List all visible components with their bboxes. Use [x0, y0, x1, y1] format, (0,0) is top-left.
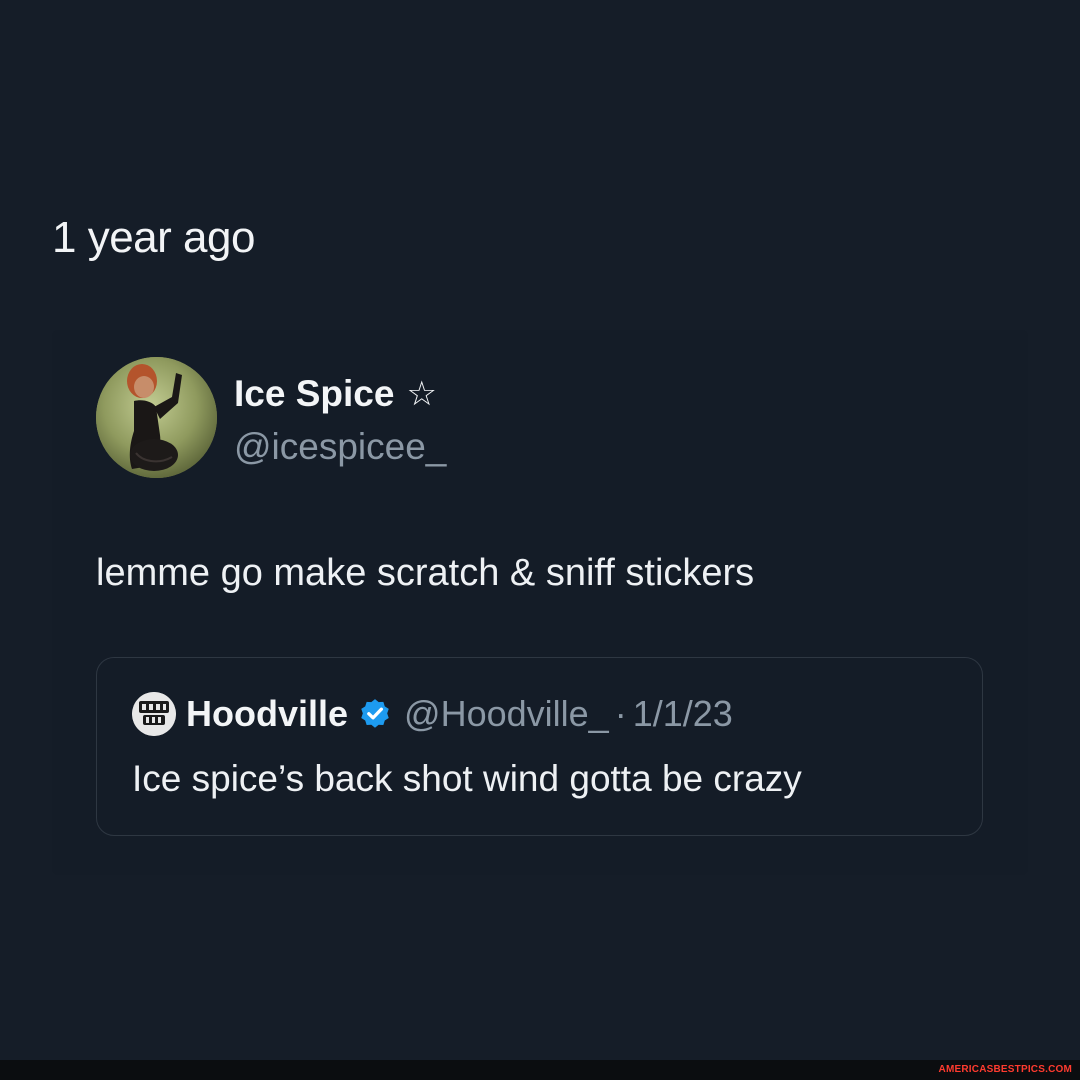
author-handle[interactable]: @icespicee_: [234, 425, 446, 469]
hoodville-logo-icon: [132, 692, 176, 736]
quoted-author-handle[interactable]: @Hoodville_: [404, 692, 609, 736]
star-outline-icon: ☆: [406, 375, 437, 413]
hoodville-avatar[interactable]: [132, 692, 176, 736]
verified-badge-icon: [358, 697, 392, 731]
quoted-author-name[interactable]: Hoodville: [186, 692, 348, 736]
tweet-text: lemme go make scratch & sniff stickers: [96, 552, 755, 594]
author-display-name: Ice Spice: [234, 373, 395, 414]
quoted-tweet-text: Ice spice’s back shot wind gotta be craz…: [132, 758, 802, 799]
author-name[interactable]: Ice Spice ☆: [234, 372, 437, 416]
time-ago-heading: 1 year ago: [52, 213, 255, 262]
watermark-bar: AMERICASBESTPICS.COM: [0, 1060, 1080, 1080]
author-avatar[interactable]: [96, 357, 217, 478]
avatar-photo-illustration: [96, 357, 217, 478]
dot-separator: ·: [614, 693, 627, 734]
watermark-text: AMERICASBESTPICS.COM: [938, 1064, 1072, 1075]
quoted-tweet-date[interactable]: 1/1/23: [633, 692, 733, 736]
quoted-tweet-header: Hoodville @Hoodville_ · 1/1/23: [132, 692, 733, 736]
tweet-card[interactable]: Ice Spice ☆ @icespicee_ lemme go make sc…: [52, 330, 1028, 875]
quoted-tweet-card[interactable]: Hoodville @Hoodville_ · 1/1/23 Ice spice…: [96, 657, 983, 836]
